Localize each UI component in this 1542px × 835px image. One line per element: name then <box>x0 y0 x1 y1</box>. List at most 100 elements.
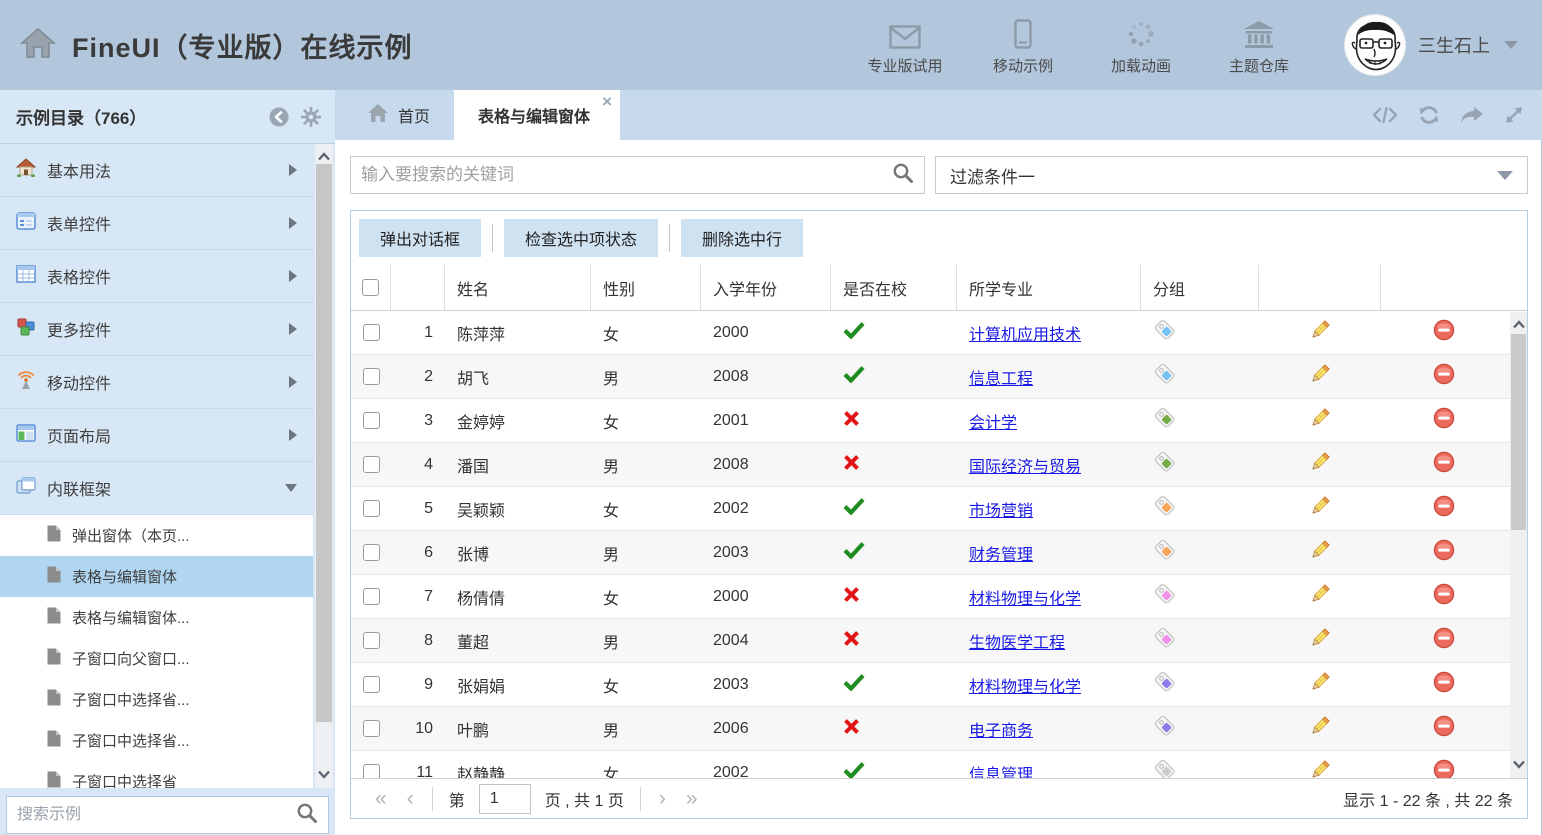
tag-icon[interactable] <box>1153 670 1177 699</box>
quick-link-loading[interactable]: 加载动画 <box>1082 15 1200 76</box>
delete-icon[interactable] <box>1433 759 1455 778</box>
row-checkbox[interactable] <box>363 368 380 385</box>
page-number-input[interactable] <box>479 784 531 814</box>
grid-scroll-thumb[interactable] <box>1511 334 1526 530</box>
close-icon[interactable]: × <box>602 93 612 110</box>
major-link[interactable]: 信息工程 <box>969 365 1033 389</box>
edit-pencil-icon[interactable] <box>1308 714 1332 743</box>
col-name[interactable]: 姓名 <box>445 265 591 310</box>
open-dialog-button[interactable]: 弹出对话框 <box>359 219 481 257</box>
row-checkbox[interactable] <box>363 544 380 561</box>
sidebar-item[interactable]: 子窗口向父窗口... <box>0 638 313 679</box>
filter-dropdown[interactable]: 过滤条件一 <box>935 156 1528 194</box>
search-icon[interactable] <box>296 802 318 829</box>
tag-icon[interactable] <box>1153 318 1177 347</box>
tag-icon[interactable] <box>1153 582 1177 611</box>
tag-icon[interactable] <box>1153 494 1177 523</box>
tag-icon[interactable] <box>1153 626 1177 655</box>
row-checkbox[interactable] <box>363 720 380 737</box>
edit-pencil-icon[interactable] <box>1308 758 1332 778</box>
keyword-search-input[interactable] <box>361 165 892 185</box>
tag-icon[interactable] <box>1153 538 1177 567</box>
sidebar-item[interactable]: 子窗口中选择省... <box>0 679 313 720</box>
sidebar-item[interactable]: 弹出窗体（本页... <box>0 515 313 556</box>
delete-icon[interactable] <box>1433 671 1455 698</box>
avatar[interactable] <box>1344 14 1406 76</box>
edit-pencil-icon[interactable] <box>1308 406 1332 435</box>
sidebar-group[interactable]: 内联框架 <box>0 462 313 515</box>
prev-page-button[interactable]: ‹ <box>397 788 424 809</box>
edit-pencil-icon[interactable] <box>1308 318 1332 347</box>
row-checkbox[interactable] <box>363 632 380 649</box>
grid-scrollbar[interactable] <box>1510 312 1527 778</box>
delete-icon[interactable] <box>1433 363 1455 390</box>
sidebar-scrollbar[interactable] <box>315 144 333 788</box>
sidebar-group[interactable]: 页面布局 <box>0 409 313 462</box>
tab-grid-edit-window[interactable]: 表格与编辑窗体 × <box>454 90 620 140</box>
edit-pencil-icon[interactable] <box>1308 582 1332 611</box>
quick-link-mobile[interactable]: 移动示例 <box>964 15 1082 76</box>
quick-link-trial[interactable]: 专业版试用 <box>846 15 964 76</box>
sidebar-item[interactable]: 子窗口中选择省 <box>0 761 313 788</box>
col-gender[interactable]: 性别 <box>591 265 701 310</box>
tag-icon[interactable] <box>1153 714 1177 743</box>
tag-icon[interactable] <box>1153 758 1177 778</box>
select-all-checkbox[interactable] <box>362 279 379 296</box>
tab-home[interactable]: 首页 <box>343 90 454 140</box>
edit-pencil-icon[interactable] <box>1308 538 1332 567</box>
scroll-down-icon[interactable] <box>317 766 331 784</box>
major-link[interactable]: 财务管理 <box>969 541 1033 565</box>
expand-icon[interactable] <box>1504 105 1524 125</box>
sidebar-item[interactable]: 表格与编辑窗体... <box>0 597 313 638</box>
major-link[interactable]: 材料物理与化学 <box>969 673 1081 697</box>
user-menu[interactable]: 三生石上 <box>1318 14 1542 76</box>
edit-pencil-icon[interactable] <box>1308 494 1332 523</box>
sidebar-group[interactable]: 基本用法 <box>0 144 313 197</box>
row-checkbox[interactable] <box>363 500 380 517</box>
search-icon[interactable] <box>892 162 914 189</box>
delete-rows-button[interactable]: 删除选中行 <box>681 219 803 257</box>
col-major[interactable]: 所学专业 <box>957 265 1141 310</box>
sidebar-scroll-thumb[interactable] <box>316 164 332 722</box>
major-link[interactable]: 会计学 <box>969 409 1017 433</box>
sidebar-search-input[interactable] <box>17 806 296 824</box>
sidebar-group[interactable]: 移动控件 <box>0 356 313 409</box>
delete-icon[interactable] <box>1433 451 1455 478</box>
col-group[interactable]: 分组 <box>1141 265 1259 310</box>
scroll-up-icon[interactable] <box>1512 316 1525 334</box>
delete-icon[interactable] <box>1433 407 1455 434</box>
major-link[interactable]: 信息管理 <box>969 761 1033 779</box>
major-link[interactable]: 国际经济与贸易 <box>969 453 1081 477</box>
check-selected-button[interactable]: 检查选中项状态 <box>504 219 658 257</box>
major-link[interactable]: 生物医学工程 <box>969 629 1065 653</box>
quick-link-themes[interactable]: 主题仓库 <box>1200 15 1318 76</box>
row-checkbox[interactable] <box>363 588 380 605</box>
sidebar-group[interactable]: 表格控件 <box>0 250 313 303</box>
first-page-button[interactable]: « <box>365 788 397 809</box>
delete-icon[interactable] <box>1433 539 1455 566</box>
sidebar-group[interactable]: 表单控件 <box>0 197 313 250</box>
edit-pencil-icon[interactable] <box>1308 362 1332 391</box>
code-icon[interactable] <box>1372 106 1398 124</box>
edit-pencil-icon[interactable] <box>1308 670 1332 699</box>
share-icon[interactable] <box>1460 106 1484 124</box>
col-year[interactable]: 入学年份 <box>701 265 831 310</box>
tag-icon[interactable] <box>1153 450 1177 479</box>
scroll-down-icon[interactable] <box>1512 756 1525 774</box>
gear-icon[interactable] <box>301 107 321 127</box>
tag-icon[interactable] <box>1153 406 1177 435</box>
major-link[interactable]: 计算机应用技术 <box>969 321 1081 345</box>
row-checkbox[interactable] <box>363 764 380 778</box>
row-checkbox[interactable] <box>363 412 380 429</box>
delete-icon[interactable] <box>1433 627 1455 654</box>
edit-pencil-icon[interactable] <box>1308 626 1332 655</box>
sidebar-group[interactable]: 更多控件 <box>0 303 313 356</box>
last-page-button[interactable]: » <box>676 788 708 809</box>
major-link[interactable]: 市场营销 <box>969 497 1033 521</box>
col-enrolled[interactable]: 是否在校 <box>831 265 957 310</box>
major-link[interactable]: 电子商务 <box>969 717 1033 741</box>
tag-icon[interactable] <box>1153 362 1177 391</box>
collapse-circle-icon[interactable] <box>269 107 289 127</box>
sidebar-item[interactable]: 子窗口中选择省... <box>0 720 313 761</box>
refresh-icon[interactable] <box>1418 105 1440 125</box>
